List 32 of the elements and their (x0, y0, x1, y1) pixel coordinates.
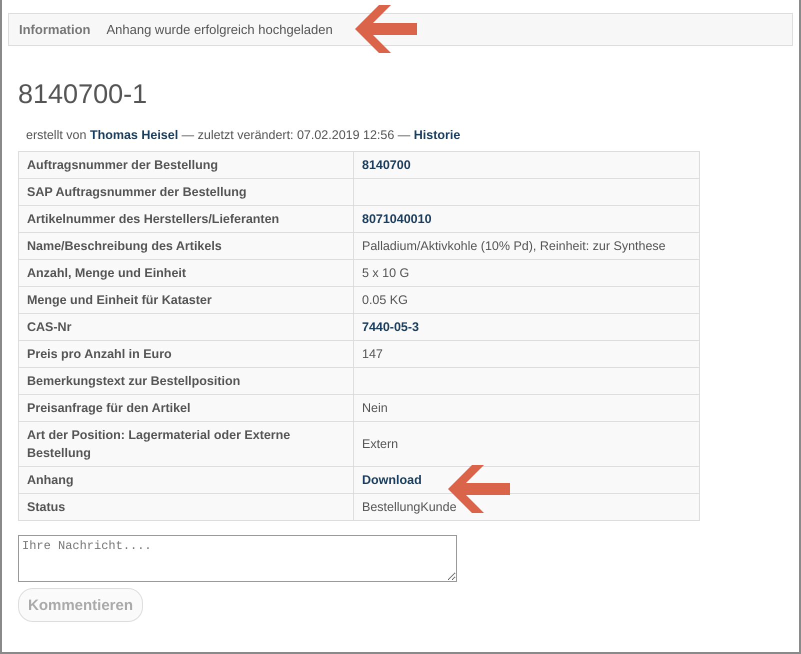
label-cell: Name/Beschreibung des Artikels (18, 232, 354, 260)
value-text: Nein (362, 401, 388, 415)
label-cell: Status (18, 494, 354, 520)
value-text: Extern (362, 437, 398, 451)
author-link[interactable]: Thomas Heisel (90, 128, 178, 142)
label-cell: Bemerkungstext zur Bestellposition (18, 368, 354, 394)
history-link[interactable]: Historie (414, 128, 460, 142)
value-link[interactable]: Download (362, 473, 422, 487)
value-text: 147 (362, 347, 383, 361)
label-cell: Preis pro Anzahl in Euro (18, 340, 354, 368)
value-link[interactable]: 8140700 (362, 158, 411, 172)
label-cell: Auftragsnummer der Bestellung (18, 152, 354, 178)
label-cell: SAP Auftragsnummer der Bestellung (18, 178, 354, 206)
notice-label: Information (19, 22, 90, 37)
value-text: Palladium/Aktivkohle (10% Pd), Reinheit: zur Synthese (362, 239, 666, 253)
label-cell: Menge und Einheit für Kataster (18, 286, 354, 314)
label-cell: CAS-Nr (18, 314, 354, 340)
label-cell: Preisanfrage für den Artikel (18, 394, 354, 422)
label-cell: Artikelnummer des Herstellers/Lieferanten (18, 206, 354, 232)
value-link[interactable]: 7440-05-3 (362, 320, 419, 334)
value-text: BestellungKunde (362, 500, 457, 514)
meta-text: — zuletzt verändert: 07.02.2019 12:56 — (182, 128, 410, 142)
meta-text: erstellt von (26, 128, 86, 142)
value-link[interactable]: 8071040010 (362, 212, 432, 226)
label-cell: Art der Position: Lagermaterial oder Externe Bestellung (18, 422, 354, 466)
value-text: 5 x 10 G (362, 266, 410, 280)
notice-message: Anhang wurde erfolgreich hochgeladen (106, 22, 333, 37)
page-title: 8140700-1 (18, 78, 148, 110)
label-cell: Anzahl, Menge und Einheit (18, 260, 354, 286)
value-text: 0.05 KG (362, 293, 408, 307)
label-cell: Anhang (18, 466, 354, 494)
arrow-icon (355, 5, 417, 53)
